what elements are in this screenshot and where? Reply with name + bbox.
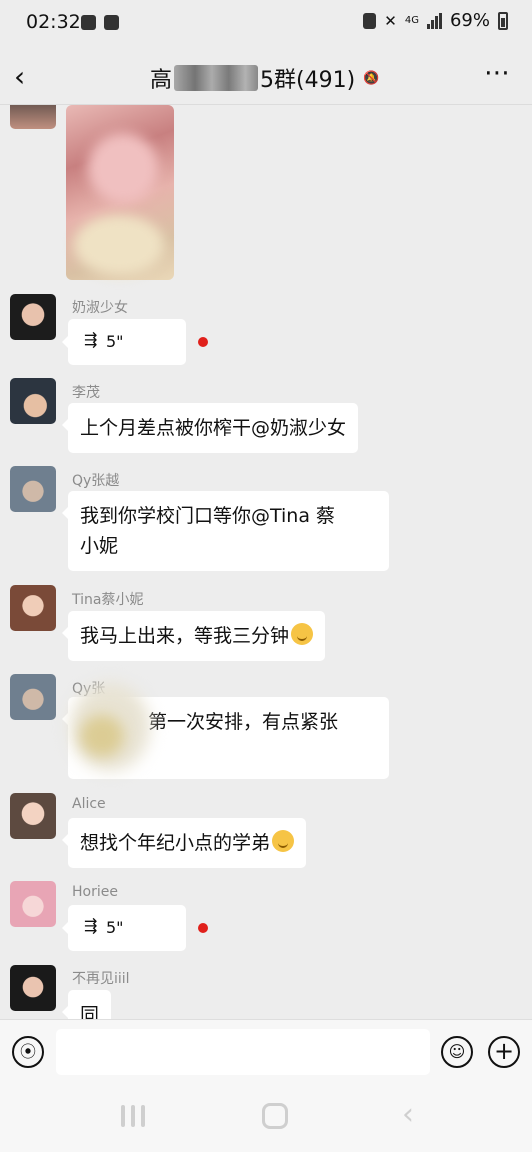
home-icon[interactable]	[262, 1103, 288, 1129]
emoji-icon[interactable]: ☺	[441, 1036, 473, 1068]
status-bar: 02:32 ✕ 4G 69%	[0, 0, 532, 48]
battery-percent: 69%	[449, 10, 490, 31]
battery-icon	[498, 11, 508, 30]
sender-name: Alice	[72, 796, 106, 812]
avatar[interactable]	[10, 674, 56, 720]
message-text: 想找个年纪小点的学弟	[80, 832, 271, 854]
text-message[interactable]: 想找个年纪小点的学弟	[61, 818, 307, 868]
message-text: 第一次安排，有点紧张	[148, 711, 339, 733]
lock-icon	[363, 12, 377, 29]
avatar[interactable]	[10, 294, 56, 340]
avatar[interactable]	[10, 105, 56, 129]
avatar[interactable]	[10, 585, 56, 631]
message-input[interactable]	[56, 1029, 430, 1075]
avatar[interactable]	[10, 793, 56, 839]
title-start: 高	[150, 68, 173, 93]
voice-message[interactable]: ⇶ 5"	[62, 905, 186, 951]
status-right: ✕ 4G 69%	[363, 10, 508, 31]
title-redacted	[174, 65, 259, 91]
sender-name: Horiee	[72, 884, 118, 900]
avatar[interactable]	[10, 881, 56, 927]
image-notification-icon	[81, 15, 96, 30]
avatar[interactable]	[10, 965, 56, 1011]
unread-dot	[198, 337, 208, 347]
sender-name: Qy张越	[72, 473, 120, 489]
grin-emoji-icon	[291, 623, 314, 645]
message-text: 同	[80, 1004, 100, 1019]
voice-duration: 5"	[106, 918, 124, 937]
chat-title: 高 5群(491) 🔕	[150, 62, 379, 94]
image-blur	[74, 215, 164, 275]
voice-wave-icon: ⇶	[84, 330, 98, 349]
sender-name: 不再见iiil	[72, 971, 130, 987]
chevron-left-icon[interactable]: ‹	[14, 60, 25, 93]
text-message[interactable]: 上个月差点被你榨干@奶淑少女	[61, 403, 359, 453]
message-text: 上个月差点被你榨干@奶淑少女	[80, 417, 347, 439]
sender-name: 李茂	[72, 385, 100, 401]
text-message[interactable]: 我马上出来，等我三分钟	[61, 611, 326, 661]
input-bar: ⦿ ☺ +	[0, 1019, 532, 1084]
signal-icon	[426, 12, 442, 29]
sender-name: Tina蔡小妮	[72, 592, 144, 608]
text-message[interactable]: 同	[61, 990, 112, 1019]
voice-wave-icon: ⇶	[84, 916, 98, 935]
chat-header: ‹ 高 5群(491) 🔕 ⋯	[0, 48, 532, 105]
check-notification-icon	[104, 15, 119, 30]
message-text: 我到你学校门口等你@Tina 蔡	[80, 505, 336, 527]
voice-icon[interactable]: ⦿	[12, 1036, 44, 1068]
bell-slash-icon: 🔕	[363, 70, 380, 86]
image-blur	[88, 133, 158, 203]
network-label: 4G	[404, 14, 419, 26]
mute-icon: ✕	[384, 11, 397, 30]
redaction-blur	[80, 715, 124, 757]
avatar[interactable]	[10, 378, 56, 424]
status-time: 02:32	[26, 11, 81, 33]
plus-icon[interactable]: +	[488, 1036, 520, 1068]
voice-duration: 5"	[106, 332, 124, 351]
image-message[interactable]	[66, 105, 174, 280]
unread-dot	[198, 923, 208, 933]
avatar[interactable]	[10, 466, 56, 512]
back-icon[interactable]: ‹	[402, 1097, 414, 1132]
recent-apps-icon[interactable]	[121, 1105, 145, 1127]
message-text: 小妮	[80, 535, 119, 557]
system-nav-bar: ‹	[0, 1083, 532, 1152]
more-dots-icon[interactable]: ⋯	[484, 58, 512, 88]
title-end: 5群(491)	[260, 68, 356, 93]
voice-message[interactable]: ⇶ 5"	[62, 319, 186, 365]
text-message[interactable]: 我到你学校门口等你@Tina 蔡 小妮	[62, 491, 389, 571]
message-text: 我马上出来，等我三分钟	[80, 625, 290, 647]
message-list[interactable]: 奶淑少女 ⇶ 5" 李茂 上个月差点被你榨干@奶淑少女 Qy张越 我到你学校门口…	[0, 105, 532, 1019]
smile-emoji-icon	[272, 830, 295, 852]
sender-name: 奶淑少女	[72, 300, 128, 316]
